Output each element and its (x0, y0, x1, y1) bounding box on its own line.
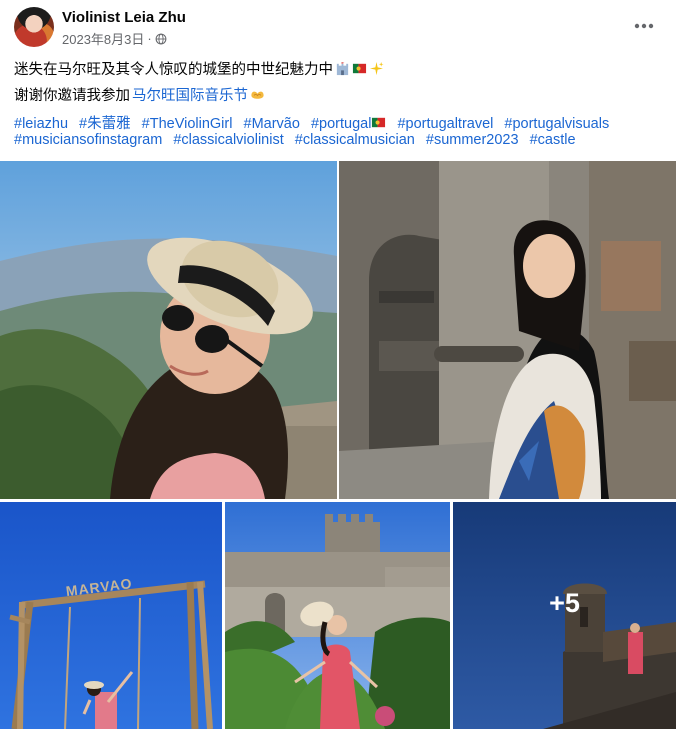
photo-3-image: MARVAO (0, 502, 222, 729)
hashtag-summer2023[interactable]: #summer2023 (426, 132, 519, 148)
hashtag-marvao[interactable]: #Marvão (244, 116, 300, 132)
hashtag-portugal[interactable]: #portugal (311, 116, 386, 132)
hashtags-row-2: #musiciansofinstagram #classicalviolinis… (14, 132, 583, 148)
author-name[interactable]: Violinist Leia Zhu (62, 9, 186, 26)
hashtag-portugaltravel[interactable]: #portugaltravel (397, 116, 493, 132)
caption-line-2: 谢谢你邀请我参加 马尔旺国际音乐节 (14, 84, 265, 105)
caption-text-2: 谢谢你邀请我参加 (14, 88, 130, 104)
photo-4[interactable] (225, 502, 450, 729)
heart-hands-emoji (251, 91, 264, 99)
photo-4-image (225, 502, 450, 729)
post-header: Violinist Leia Zhu 2023年8月3日 · (0, 0, 676, 50)
photo-3[interactable]: MARVAO (0, 502, 222, 729)
more-photos-count[interactable]: +5 (453, 502, 676, 729)
hashtag-musiciansofinstagram[interactable]: #musiciansofinstagram (14, 132, 162, 148)
hashtag-leiazhu[interactable]: #leiazhu (14, 116, 68, 132)
photo-1-image (0, 161, 337, 499)
hashtag-portugalvisuals[interactable]: #portugalvisuals (504, 116, 609, 132)
castle-emoji (336, 61, 349, 76)
hashtag-zhuleiya[interactable]: #朱蕾雅 (79, 116, 131, 132)
globe-icon (155, 33, 167, 44)
post-meta: 2023年8月3日 · (62, 29, 167, 48)
festival-link[interactable]: 马尔旺国际音乐节 (132, 84, 248, 105)
hashtag-theviolingirl[interactable]: #TheViolinGirl (142, 116, 233, 132)
sparkles-emoji (369, 61, 384, 76)
post-date[interactable]: 2023年8月3日 (62, 29, 144, 48)
photo-2[interactable] (339, 161, 676, 499)
photo-5[interactable]: +5 (453, 502, 676, 729)
portugal-flag-emoji (352, 63, 367, 74)
hashtag-classicalmusician[interactable]: #classicalmusician (295, 132, 415, 148)
hashtags-row-1: #leiazhu #朱蕾雅 #TheViolinGirl #Marvão #po… (14, 112, 616, 133)
photo-2-image (339, 161, 676, 499)
caption-text: 迷失在马尔旺及其令人惊叹的城堡的中世纪魅力中 (14, 62, 333, 78)
hashtag-castle[interactable]: #castle (530, 132, 576, 148)
more-options-button[interactable] (632, 14, 656, 38)
caption-line-1: 迷失在马尔旺及其令人惊叹的城堡的中世纪魅力中 (14, 58, 384, 79)
portugal-flag-emoji-2 (372, 117, 386, 128)
avatar[interactable] (14, 7, 54, 47)
photo-1[interactable] (0, 161, 337, 499)
hashtag-portugal-text[interactable]: #portugal (311, 116, 371, 132)
more-horizontal-icon (634, 23, 654, 29)
hashtag-classicalviolinist[interactable]: #classicalviolinist (173, 132, 283, 148)
